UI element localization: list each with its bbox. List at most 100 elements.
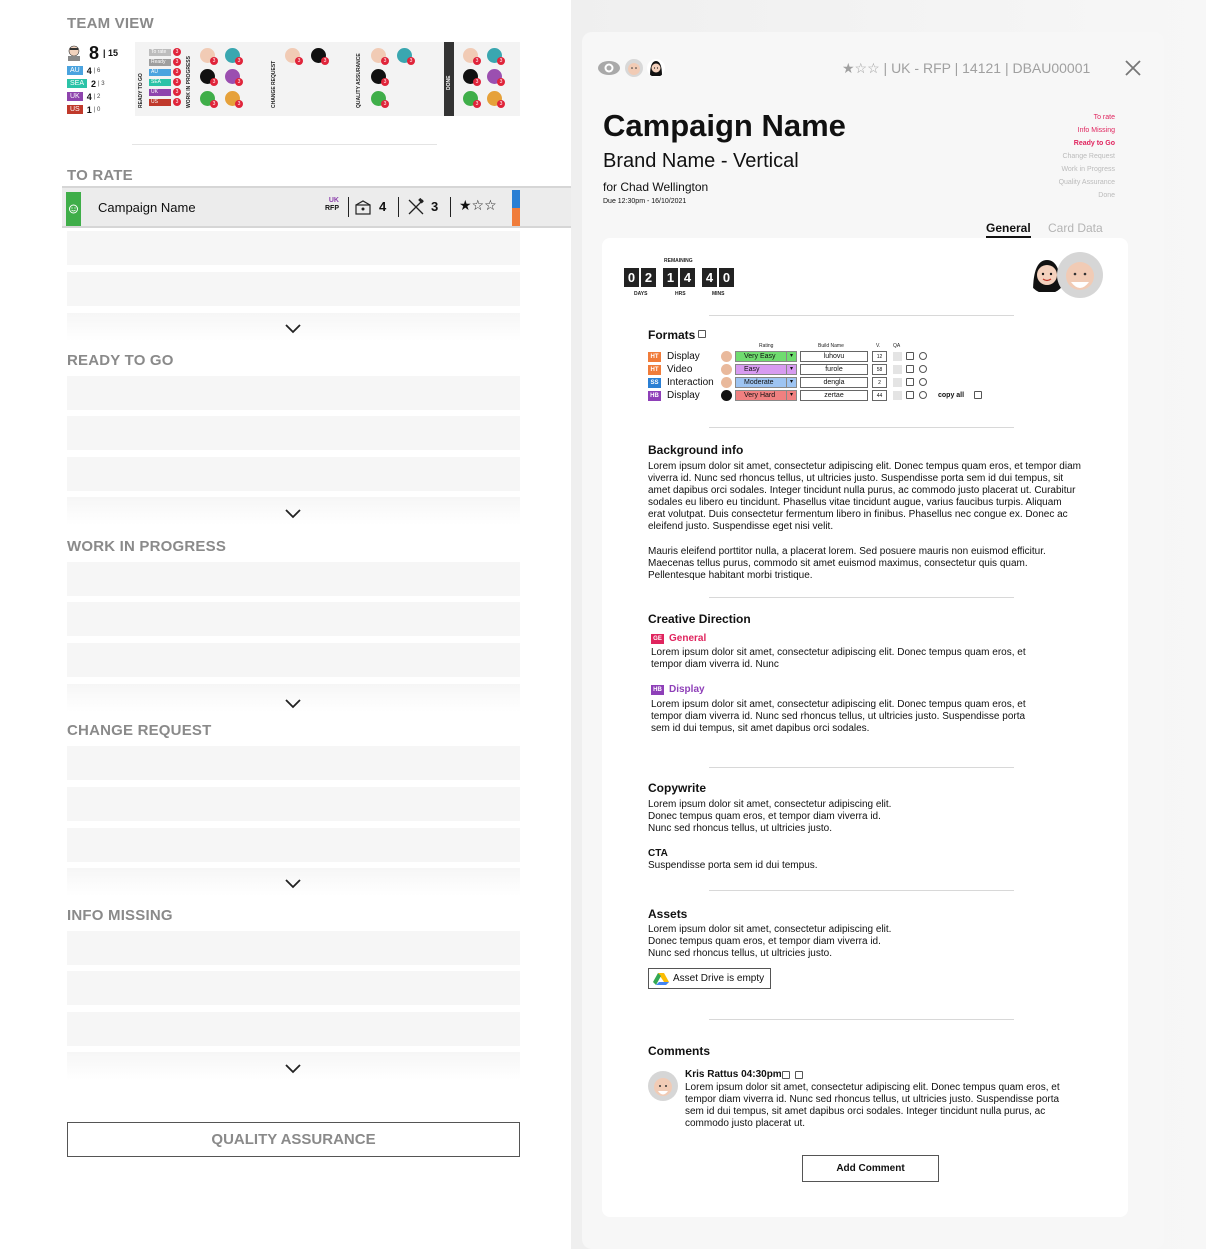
region-tag: UK xyxy=(67,92,83,101)
link-icon[interactable] xyxy=(919,391,927,399)
assignee-avatar[interactable] xyxy=(1057,252,1103,298)
chevron-down-icon[interactable] xyxy=(285,324,301,334)
format-owner-avatar[interactable] xyxy=(721,364,732,375)
qa-checkbox[interactable] xyxy=(893,365,902,374)
formats-heading: Formats xyxy=(648,328,696,342)
count-badge: 3 xyxy=(381,57,389,65)
chevron-down-icon[interactable] xyxy=(285,879,301,889)
status-to-rate[interactable]: To rate xyxy=(1059,111,1115,124)
card-placeholder xyxy=(67,643,520,677)
status-quality-assurance[interactable]: Quality Assurance xyxy=(1059,176,1115,189)
format-label: Display xyxy=(667,351,700,362)
watcher-avatar[interactable] xyxy=(625,59,643,77)
link-icon[interactable] xyxy=(919,352,927,360)
count-badge: 3 xyxy=(473,78,481,86)
watcher-avatar[interactable] xyxy=(647,59,665,77)
count-badge: 3 xyxy=(497,100,505,108)
format-type-tag: HB xyxy=(648,390,661,401)
asset-drive-button[interactable]: Asset Drive is empty xyxy=(648,968,771,989)
format-row: HB Display xyxy=(648,389,700,402)
edit-icon[interactable] xyxy=(698,330,706,338)
version-input[interactable]: 44 xyxy=(872,390,887,401)
chevron-down-icon[interactable] xyxy=(285,1064,301,1074)
region-tag: US xyxy=(67,105,83,114)
rating-select[interactable]: Very Hard ▾ xyxy=(735,390,797,401)
person-icon xyxy=(67,45,81,61)
col-work-in-progress: WORK IN PROGRESS xyxy=(186,56,192,108)
build-name-input[interactable]: zertae xyxy=(800,390,868,401)
tools-count: 3 xyxy=(431,199,439,214)
status-change-request[interactable]: Change Request xyxy=(1059,150,1115,163)
eye-icon[interactable] xyxy=(597,60,621,76)
mini-status-tag: UK xyxy=(149,89,171,96)
count-badge: 3 xyxy=(407,57,415,65)
divider xyxy=(709,1019,1014,1020)
campaign-card[interactable]: Campaign Name UK RFP 4 3 ★☆☆ xyxy=(62,186,571,228)
tab-general[interactable]: General xyxy=(986,221,1031,238)
copy-all-link[interactable]: copy all xyxy=(938,392,964,399)
count-badge: 3 xyxy=(173,58,181,66)
section-change-request: CHANGE REQUEST xyxy=(67,722,212,739)
format-owner-avatar[interactable] xyxy=(721,377,732,388)
build-name-input[interactable]: dengla xyxy=(800,377,868,388)
external-link-icon[interactable] xyxy=(906,391,914,399)
delete-icon[interactable] xyxy=(795,1071,803,1079)
external-link-icon[interactable] xyxy=(906,378,914,386)
card-placeholder xyxy=(67,746,520,780)
count-badge: 3 xyxy=(210,100,218,108)
external-link-icon[interactable] xyxy=(906,352,914,360)
format-owner-avatar[interactable] xyxy=(721,390,732,401)
divider xyxy=(709,767,1014,768)
rating-value: Easy xyxy=(744,366,760,373)
copywrite-text: Lorem ipsum dolor sit amet, consectetur … xyxy=(648,799,892,834)
tab-card-data[interactable]: Card Data xyxy=(1048,221,1103,235)
region-count: 2 xyxy=(91,78,97,89)
version-input[interactable]: 2 xyxy=(872,377,887,388)
chevron-down-icon[interactable] xyxy=(285,509,301,519)
format-row: SS Interaction xyxy=(648,376,714,389)
chevron-down-icon[interactable] xyxy=(285,699,301,709)
quality-assurance-button[interactable]: QUALITY ASSURANCE xyxy=(67,1122,520,1157)
card-placeholder xyxy=(67,272,520,306)
col-quality-assurance: QUALITY ASSURANCE xyxy=(356,53,362,108)
edit-icon[interactable] xyxy=(782,1071,790,1079)
status-info-missing[interactable]: Info Missing xyxy=(1059,124,1115,137)
version-input[interactable]: 58 xyxy=(872,364,887,375)
link-icon[interactable] xyxy=(919,365,927,373)
region-type: RFP xyxy=(325,205,339,212)
col-rating: Rating xyxy=(759,343,774,349)
timer-hrs-label: HRS xyxy=(675,291,686,297)
status-ready-to-go[interactable]: Ready to Go xyxy=(1059,137,1115,150)
status-done[interactable]: Done xyxy=(1059,189,1115,202)
status-work-in-progress[interactable]: Work in Progress xyxy=(1059,163,1115,176)
count-badge: 3 xyxy=(473,57,481,65)
qa-checkbox[interactable] xyxy=(893,391,902,400)
build-name-input[interactable]: luhovu xyxy=(800,351,868,362)
rating-select[interactable]: Moderate ▾ xyxy=(735,377,797,388)
region-row: UK 4 | 2 xyxy=(67,90,132,103)
build-name-input[interactable]: furole xyxy=(800,364,868,375)
qa-checkbox[interactable] xyxy=(893,378,902,387)
add-comment-button[interactable]: Add Comment xyxy=(802,1155,939,1182)
timer-digit: 4 xyxy=(702,268,717,287)
copy-icon[interactable] xyxy=(974,391,982,399)
team-total: 8 xyxy=(89,42,100,63)
rating-select[interactable]: Very Easy ▾ xyxy=(735,351,797,362)
close-icon[interactable] xyxy=(1124,59,1142,77)
section-to-rate: TO RATE xyxy=(67,167,133,184)
link-icon[interactable] xyxy=(919,378,927,386)
region-label: UK RFP xyxy=(325,197,339,213)
external-link-icon[interactable] xyxy=(906,365,914,373)
creative-display: HB Display xyxy=(651,684,705,695)
version-input[interactable]: 12 xyxy=(872,351,887,362)
chevron-down-icon: ▾ xyxy=(786,391,796,400)
count-badge: 3 xyxy=(381,100,389,108)
qa-checkbox[interactable] xyxy=(893,352,902,361)
sep-bar xyxy=(398,197,399,217)
count-badge: 3 xyxy=(173,98,181,106)
card-placeholder xyxy=(67,971,520,1005)
timer-digit: 4 xyxy=(680,268,695,287)
rating-select[interactable]: Easy ▾ xyxy=(735,364,797,375)
formats-count: 4 xyxy=(379,199,387,214)
format-owner-avatar[interactable] xyxy=(721,351,732,362)
